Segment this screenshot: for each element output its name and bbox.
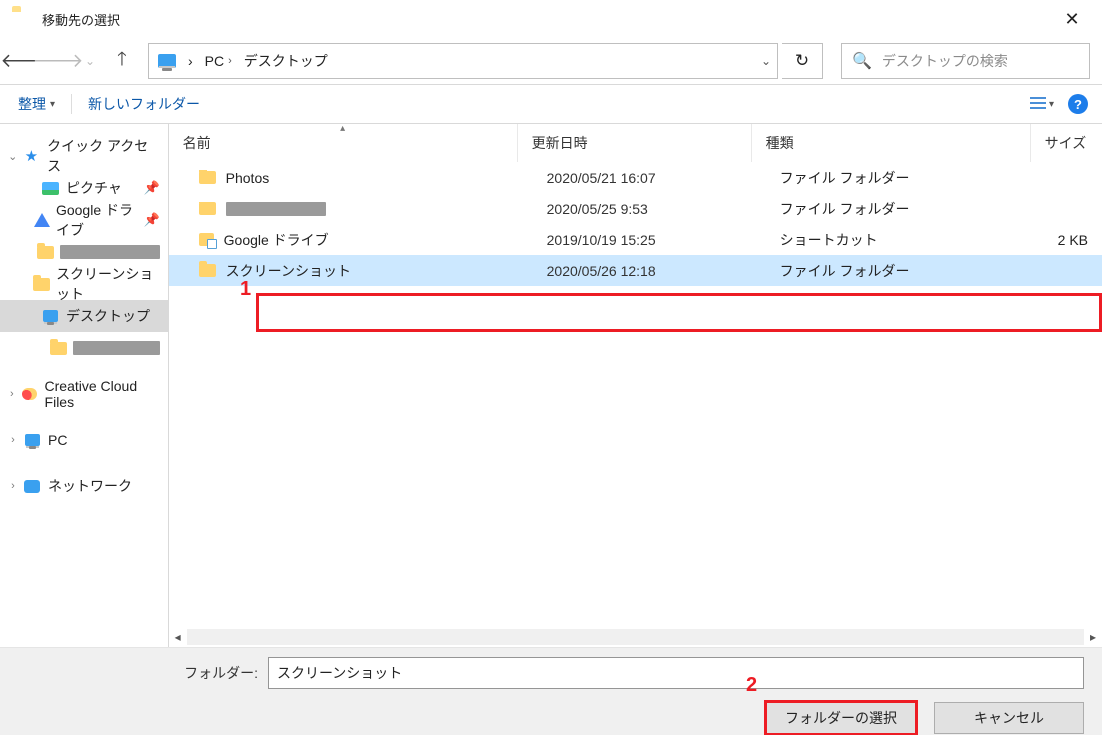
pc-icon bbox=[153, 47, 182, 75]
pin-icon: 📌 bbox=[143, 212, 159, 228]
chevron-right-icon[interactable]: › bbox=[6, 434, 20, 446]
search-input[interactable]: 🔍 デスクトップの検索 bbox=[841, 43, 1090, 79]
pc-icon bbox=[22, 434, 42, 446]
toolbar: 整理▾ 新しいフォルダー ▾ ? bbox=[0, 84, 1102, 124]
column-headers: 名前▴ 更新日時 種類 サイズ bbox=[169, 124, 1102, 162]
view-options-button[interactable]: ▾ bbox=[1030, 97, 1054, 111]
breadcrumb-dropdown-icon[interactable]: ⌄ bbox=[754, 44, 777, 78]
address-bar[interactable]: › PC› デスクトップ ⌄ bbox=[148, 43, 778, 79]
navigation-tree: ⌄ ★ クイック アクセス ピクチャ 📌 Google ドライブ 📌 スクリーン… bbox=[0, 124, 169, 647]
cancel-button[interactable]: キャンセル bbox=[934, 702, 1084, 734]
file-row-photos[interactable]: Photos 2020/05/21 16:07 ファイル フォルダー bbox=[169, 162, 1102, 193]
monitor-icon bbox=[40, 310, 60, 322]
folder-icon bbox=[12, 10, 32, 28]
refresh-icon: ↻ bbox=[795, 51, 809, 71]
new-folder-button[interactable]: 新しいフォルダー bbox=[84, 91, 204, 117]
breadcrumb-pc[interactable]: PC› bbox=[199, 44, 238, 78]
google-drive-icon bbox=[33, 213, 50, 227]
dialog-body: ⌄ ★ クイック アクセス ピクチャ 📌 Google ドライブ 📌 スクリーン… bbox=[0, 124, 1102, 647]
title-bar: 移動先の選択 ✕ bbox=[0, 0, 1102, 38]
shortcut-icon bbox=[199, 233, 214, 246]
scroll-right-icon[interactable]: ▸ bbox=[1090, 630, 1096, 644]
folder-icon bbox=[199, 202, 216, 215]
folder-name-value: スクリーンショット bbox=[277, 663, 402, 683]
pin-icon: 📌 bbox=[143, 180, 159, 196]
tree-network[interactable]: › ネットワーク bbox=[0, 470, 168, 502]
breadcrumb-root-chevron[interactable]: › bbox=[182, 44, 199, 78]
column-name[interactable]: 名前▴ bbox=[169, 124, 518, 162]
folder-icon bbox=[199, 264, 216, 277]
organize-button[interactable]: 整理▾ bbox=[14, 91, 59, 117]
column-date[interactable]: 更新日時 bbox=[518, 124, 752, 162]
file-row-screenshots[interactable]: スクリーンショット 2020/05/26 12:18 ファイル フォルダー bbox=[169, 255, 1102, 286]
folder-icon bbox=[33, 278, 50, 291]
folder-icon bbox=[199, 171, 216, 184]
tree-google-drive[interactable]: Google ドライブ 📌 bbox=[0, 204, 168, 236]
tree-creative-cloud[interactable]: › Creative Cloud Files bbox=[0, 378, 168, 410]
folder-picker-dialog: { "title": "移動先の選択", "breadcrumb": { "pc… bbox=[0, 0, 1102, 735]
tree-pc[interactable]: › PC bbox=[0, 424, 168, 456]
dialog-footer: フォルダー: スクリーンショット フォルダーの選択 キャンセル bbox=[0, 647, 1102, 735]
history-dropdown-icon[interactable]: ⌄ bbox=[76, 47, 104, 75]
file-row-google-drive[interactable]: Google ドライブ 2019/10/19 15:25 ショートカット 2 K… bbox=[169, 224, 1102, 255]
help-button[interactable]: ? bbox=[1068, 94, 1088, 114]
tree-desktop[interactable]: デスクトップ bbox=[0, 300, 168, 332]
breadcrumb-desktop[interactable]: デスクトップ bbox=[238, 44, 334, 78]
tree-screenshots[interactable]: スクリーンショット bbox=[0, 268, 168, 300]
star-icon: ★ bbox=[22, 147, 42, 165]
refresh-button[interactable]: ↻ bbox=[782, 43, 823, 79]
chevron-down-icon[interactable]: ⌄ bbox=[6, 150, 20, 163]
file-rows: Photos 2020/05/21 16:07 ファイル フォルダー 2020/… bbox=[169, 162, 1102, 627]
file-list: 名前▴ 更新日時 種類 サイズ Photos 2020/05/21 16:07 … bbox=[169, 124, 1102, 647]
sort-asc-icon: ▴ bbox=[340, 123, 345, 134]
select-folder-button[interactable]: フォルダーの選択 bbox=[764, 700, 918, 735]
search-placeholder: デスクトップの検索 bbox=[882, 51, 1008, 71]
network-icon bbox=[22, 480, 42, 493]
creative-cloud-icon bbox=[20, 388, 38, 400]
scroll-left-icon[interactable]: ◂ bbox=[175, 630, 181, 644]
horizontal-scrollbar[interactable]: ◂ ▸ bbox=[169, 627, 1102, 647]
folder-icon bbox=[36, 246, 54, 259]
window-title: 移動先の選択 bbox=[42, 10, 120, 29]
up-button[interactable]: 🡑 bbox=[108, 47, 136, 75]
tree-quick-access[interactable]: ⌄ ★ クイック アクセス bbox=[0, 140, 168, 172]
folder-field-label: フォルダー: bbox=[18, 663, 268, 683]
chevron-right-icon[interactable]: › bbox=[5, 388, 18, 400]
column-type[interactable]: 種類 bbox=[752, 124, 1031, 162]
forward-button: 🡒 bbox=[44, 47, 72, 75]
search-icon: 🔍 bbox=[852, 51, 872, 71]
nav-bar: 🡐 🡒 ⌄ 🡑 › PC› デスクトップ ⌄ ↻ 🔍 デスクトップの検索 bbox=[0, 38, 1102, 84]
list-view-icon bbox=[1030, 97, 1046, 111]
file-row-redacted[interactable]: 2020/05/25 9:53 ファイル フォルダー bbox=[169, 193, 1102, 224]
pictures-icon bbox=[40, 182, 60, 195]
close-button[interactable]: ✕ bbox=[1050, 4, 1094, 34]
folder-name-input[interactable]: スクリーンショット bbox=[268, 657, 1084, 689]
chevron-right-icon[interactable]: › bbox=[6, 480, 20, 492]
column-size[interactable]: サイズ bbox=[1031, 124, 1102, 162]
tree-item-redacted[interactable] bbox=[0, 332, 168, 364]
close-icon: ✕ bbox=[1064, 10, 1079, 28]
scroll-track[interactable] bbox=[187, 629, 1084, 645]
folder-icon bbox=[50, 342, 67, 355]
